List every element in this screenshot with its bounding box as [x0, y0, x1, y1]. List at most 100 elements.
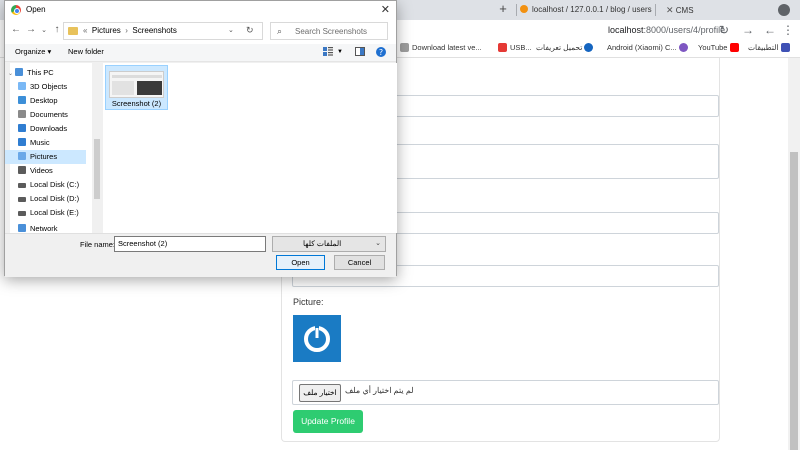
breadcrumb-screenshots[interactable]: Screenshots — [132, 26, 176, 35]
documents-icon — [18, 110, 26, 118]
preview-pane-icon[interactable] — [355, 47, 365, 56]
dialog-title-bar: Open ✕ — [5, 1, 396, 20]
url-path: :8000/users/4/profile — [643, 25, 726, 35]
bookmark-item[interactable]: YouTube — [698, 43, 742, 52]
refresh-icon[interactable]: ↻ — [246, 25, 254, 36]
help-icon[interactable]: ? — [376, 47, 386, 57]
nav-item-downloads[interactable]: Downloads — [18, 122, 100, 136]
open-button[interactable]: Open — [276, 255, 325, 270]
search-icon: ⌕ — [277, 26, 283, 36]
youtube-icon — [729, 43, 739, 52]
disk-icon — [18, 183, 26, 188]
search-box[interactable]: ⌕ Search Screenshots — [270, 22, 388, 40]
chevron-down-icon[interactable]: ⌄ — [8, 71, 13, 77]
breadcrumb-separator: › — [125, 26, 128, 35]
chrome-icon — [11, 5, 21, 15]
nav-item-this-pc[interactable]: ⌄ This PC — [8, 66, 90, 80]
nav-item-label: Music — [30, 138, 50, 147]
forward-icon[interactable]: → — [25, 24, 37, 35]
view-options-icon[interactable] — [323, 47, 333, 56]
bookmark-icon — [498, 43, 507, 52]
address-bar[interactable]: « Pictures › Screenshots ⌄ ↻ — [63, 22, 263, 40]
new-folder-button[interactable]: New folder — [68, 47, 104, 56]
page-scrollbar-thumb[interactable] — [790, 152, 798, 450]
chevron-down-icon[interactable]: ⌄ — [228, 26, 234, 34]
organize-menu[interactable]: Organize ▾ — [15, 47, 51, 56]
close-tab-icon[interactable]: ✕ — [666, 5, 674, 15]
nav-item-music[interactable]: Music — [18, 136, 100, 150]
nav-item-label: Local Disk (E:) — [30, 208, 79, 217]
back-icon[interactable]: ← — [764, 24, 776, 36]
file-type-select[interactable]: الملفات كلها ⌄ — [272, 236, 386, 252]
breadcrumb-overflow[interactable]: « — [83, 26, 87, 35]
nav-item-label: Pictures — [30, 152, 58, 161]
nav-item-documents[interactable]: Documents — [18, 108, 100, 122]
bookmark-item[interactable]: التطبيقات — [748, 43, 793, 52]
pictures-icon — [18, 152, 26, 160]
phpmyadmin-icon — [520, 5, 528, 13]
nav-item-label: This PC — [27, 68, 54, 77]
disk-icon — [18, 211, 26, 216]
profile-picture — [293, 315, 341, 362]
bookmark-item[interactable]: Download latest ve... — [400, 43, 482, 52]
search-placeholder: Search Screenshots — [295, 27, 368, 36]
cancel-button[interactable]: Cancel — [334, 255, 385, 270]
disk-icon — [18, 197, 26, 202]
nav-item-network[interactable]: Network — [18, 224, 100, 232]
network-icon — [18, 224, 26, 232]
nav-item-videos[interactable]: Videos — [18, 164, 100, 178]
forward-icon[interactable]: → — [742, 24, 754, 36]
videos-icon — [18, 166, 26, 174]
nav-item-label: Documents — [30, 110, 68, 119]
pc-icon — [15, 68, 24, 76]
chevron-down-icon[interactable]: ⌄ — [303, 239, 381, 247]
up-icon[interactable]: ↑ — [51, 24, 63, 35]
tab-cms[interactable]: ✕ CMS — [660, 0, 700, 20]
bookmark-item[interactable]: USB... — [498, 43, 532, 52]
bookmark-icon — [400, 43, 409, 52]
nav-item-label: Local Disk (C:) — [30, 180, 80, 189]
close-icon[interactable]: ✕ — [381, 3, 390, 16]
picture-label: Picture: — [293, 297, 324, 307]
nav-item-desktop[interactable]: Desktop — [18, 94, 100, 108]
tab-label: CMS — [675, 6, 694, 15]
bookmark-item[interactable]: Android (Xiaomi) C... — [607, 43, 691, 52]
nav-item-label: Network — [30, 224, 58, 233]
chevron-down-icon[interactable]: ⌄ — [118, 238, 262, 246]
nav-item-local-disk-c[interactable]: Local Disk (C:) — [18, 178, 100, 192]
thumb-bar — [112, 75, 162, 78]
chevron-down-icon[interactable]: ▼ — [337, 49, 343, 55]
svg-text:?: ? — [379, 48, 383, 57]
bookmark-item[interactable]: تحميل تعريفات — [536, 43, 596, 52]
apps-icon — [780, 43, 790, 52]
nav-item-local-disk-d[interactable]: Local Disk (D:) — [18, 192, 100, 206]
profile-icon[interactable] — [778, 4, 790, 16]
music-icon — [18, 138, 26, 146]
chevron-down-icon[interactable]: ⌄ — [38, 26, 50, 34]
nav-item-3d-objects[interactable]: 3D Objects — [18, 80, 100, 94]
choose-file-button[interactable]: اختيار ملف — [299, 384, 341, 402]
new-tab-button[interactable]: + — [496, 2, 510, 16]
nav-item-local-disk-e[interactable]: Local Disk (E:) — [18, 206, 100, 220]
nav-item-label: Videos — [30, 166, 53, 175]
bookmark-label: Android (Xiaomi) C... — [607, 43, 677, 52]
tab-phpmyadmin[interactable]: localhost / 127.0.0.1 / blog / users — [520, 0, 652, 20]
tab-separator — [516, 4, 517, 16]
bookmark-label: التطبيقات — [748, 43, 779, 52]
bookmark-label: Download latest ve... — [412, 43, 482, 52]
menu-icon[interactable]: ⋮ — [782, 24, 794, 36]
breadcrumb-pictures[interactable]: Pictures — [92, 26, 121, 35]
nav-item-label: 3D Objects — [30, 82, 68, 91]
file-name-label: File name: — [80, 240, 116, 249]
nav-item-pictures[interactable]: Pictures — [5, 150, 86, 164]
power-icon — [304, 326, 330, 352]
url-host: localhost — [608, 25, 644, 35]
nav-item-label: Local Disk (D:) — [30, 194, 80, 203]
file-name-input[interactable]: Screenshot (2) ⌄ — [114, 236, 266, 252]
update-profile-button[interactable]: Update Profile — [293, 410, 363, 433]
breadcrumb: « Pictures › Screenshots — [83, 26, 177, 35]
back-icon[interactable]: ← — [10, 24, 22, 35]
url-bar[interactable]: localhost:8000/users/4/profile — [608, 25, 725, 35]
dialog-title: Open — [26, 5, 46, 14]
thumb-block — [137, 81, 162, 95]
